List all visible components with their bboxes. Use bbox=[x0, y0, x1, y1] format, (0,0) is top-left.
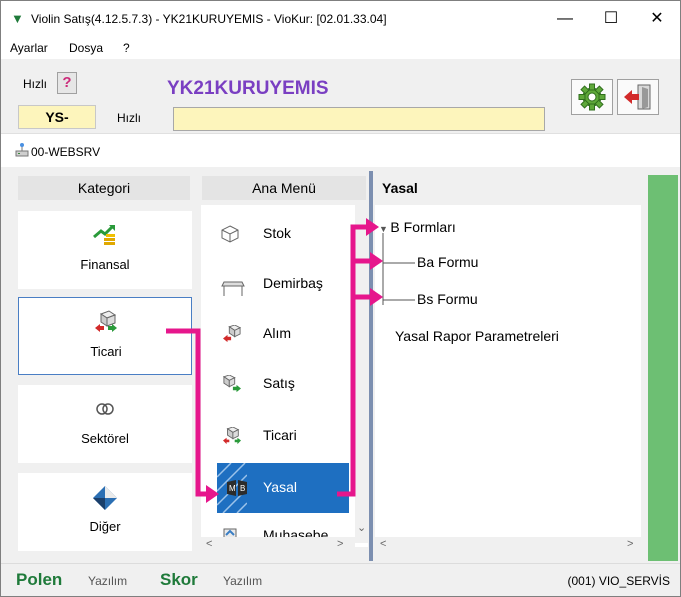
tree-node-yasal-rapor-parametreleri[interactable]: Yasal Rapor Parametreleri bbox=[395, 328, 559, 344]
network-icon bbox=[15, 143, 29, 157]
menu-help[interactable]: ? bbox=[123, 41, 130, 55]
panel-splitter[interactable] bbox=[369, 171, 373, 561]
scroll-left-icon[interactable]: < bbox=[380, 538, 386, 550]
settings-button[interactable] bbox=[571, 79, 613, 115]
gear-icon bbox=[578, 83, 606, 111]
category-sektorel[interactable]: Sektörel bbox=[18, 385, 192, 463]
status-user: (001) VIO_SERVİS bbox=[567, 574, 671, 588]
sales-icon bbox=[222, 375, 241, 393]
hizli-search-input[interactable] bbox=[173, 107, 545, 131]
main-menu-header: Ana Menü bbox=[202, 176, 366, 200]
server-bar: 00-WEBSRV bbox=[1, 133, 680, 167]
help-button[interactable]: ? bbox=[57, 72, 77, 94]
scroll-down-icon[interactable]: ⌄ bbox=[357, 521, 366, 534]
category-ticari[interactable]: Ticari bbox=[18, 297, 192, 375]
diamond-icon bbox=[18, 485, 192, 510]
category-panel: Finansal Ticari Sektörel Diğer bbox=[18, 211, 192, 555]
purchase-icon bbox=[223, 325, 242, 343]
rings-icon bbox=[18, 397, 192, 419]
menu-vertical-scrollbar[interactable]: ⌄ bbox=[355, 205, 368, 543]
brand-skor-sub: Yazılım bbox=[223, 574, 263, 588]
category-diger[interactable]: Diğer bbox=[18, 473, 192, 551]
brand-polen-sub: Yazılım bbox=[88, 574, 128, 588]
side-green-bar bbox=[648, 175, 678, 561]
scroll-left-icon[interactable]: < bbox=[206, 538, 212, 550]
header: Hızlı ? YK21KURUYEMIS YS- Hızlı bbox=[1, 59, 680, 133]
close-button[interactable]: ✕ bbox=[634, 1, 680, 37]
hizli-input-label: Hızlı bbox=[117, 111, 141, 125]
tree-node-label: Ba Formu bbox=[417, 254, 479, 270]
violin-logo-icon: ▼ bbox=[11, 11, 24, 26]
menu-horizontal-scrollbar[interactable]: < > bbox=[201, 537, 355, 553]
menu-item-stok[interactable]: Stok bbox=[201, 211, 351, 257]
tree-horizontal-scrollbar[interactable]: < > bbox=[375, 537, 641, 553]
category-label: Ticari bbox=[90, 344, 122, 359]
tree-node-bs-formu[interactable]: Bs Formu bbox=[417, 291, 478, 307]
trade-icon bbox=[19, 310, 193, 332]
finance-icon bbox=[18, 223, 192, 245]
trade-icon bbox=[223, 427, 241, 445]
menu-item-label: Yasal bbox=[263, 479, 297, 495]
table-icon bbox=[221, 281, 245, 296]
exit-button[interactable] bbox=[617, 79, 659, 115]
menu-item-label: Satış bbox=[263, 375, 295, 391]
tree-lines bbox=[382, 233, 415, 305]
menu-item-demirbas[interactable]: Demirbaş bbox=[201, 261, 351, 307]
menu-item-alim[interactable]: Alım bbox=[201, 311, 351, 357]
tree-node-label: Yasal Rapor Parametreleri bbox=[395, 328, 559, 344]
exit-icon bbox=[624, 84, 651, 110]
server-name: 00-WEBSRV bbox=[31, 145, 101, 159]
menu-item-label: Alım bbox=[263, 325, 291, 341]
title-bar: ▼ Violin Satış(4.12.5.7.3) - YK21KURUYEM… bbox=[1, 1, 680, 37]
menu-item-label: Stok bbox=[263, 225, 292, 241]
category-label: Diğer bbox=[89, 519, 121, 534]
brand-skor: Skor bbox=[160, 570, 198, 589]
category-finansal[interactable]: Finansal bbox=[18, 211, 192, 289]
status-bar: Polen Yazılım Skor Yazılım (001) VIO_SER… bbox=[1, 563, 680, 596]
legal-icon: M B bbox=[227, 480, 247, 496]
yasal-tree-panel: ▼ B Formları Ba Formu Bs Formu Yasal Rap… bbox=[375, 205, 641, 551]
scroll-right-icon[interactable]: > bbox=[337, 538, 343, 550]
tree-node-ba-formu[interactable]: Ba Formu bbox=[417, 254, 478, 270]
tree-node-label: Bs Formu bbox=[417, 291, 478, 307]
scroll-right-icon[interactable]: > bbox=[627, 538, 633, 550]
menu-dosya[interactable]: Dosya bbox=[69, 41, 103, 55]
main-area: Kategori Ana Menü Yasal Finansal Ticari … bbox=[1, 167, 680, 563]
category-label: Finansal bbox=[80, 257, 130, 272]
menu-item-label: Ticari bbox=[263, 427, 297, 443]
svg-text:B: B bbox=[240, 484, 245, 493]
svg-text:M: M bbox=[229, 484, 236, 493]
ys-tab[interactable]: YS- bbox=[18, 105, 96, 129]
menu-item-ticari[interactable]: Ticari bbox=[201, 413, 351, 459]
cube-icon bbox=[221, 225, 239, 243]
menu-ayarlar[interactable]: Ayarlar bbox=[10, 41, 48, 55]
yasal-header: Yasal bbox=[375, 176, 637, 200]
maximize-button[interactable]: ☐ bbox=[588, 1, 634, 37]
brand-polen: Polen bbox=[16, 570, 63, 589]
minimize-button[interactable]: — bbox=[542, 1, 588, 37]
category-label: Sektörel bbox=[81, 431, 129, 446]
main-menu-panel: Stok Demirbaş Alım Satış Ticari M B Yasa… bbox=[201, 205, 368, 547]
app-window: ▼ Violin Satış(4.12.5.7.3) - YK21KURUYEM… bbox=[0, 0, 681, 597]
menu-item-yasal[interactable]: M B Yasal bbox=[217, 463, 349, 513]
company-name: YK21KURUYEMIS bbox=[167, 78, 329, 99]
category-header: Kategori bbox=[18, 176, 190, 200]
menu-item-satis[interactable]: Satış bbox=[201, 361, 351, 407]
window-title: Violin Satış(4.12.5.7.3) - YK21KURUYEMIS… bbox=[31, 12, 387, 26]
hizli-label: Hızlı bbox=[23, 77, 47, 91]
menu-bar: Ayarlar Dosya ? bbox=[1, 37, 680, 59]
menu-item-label: Demirbaş bbox=[263, 275, 323, 291]
